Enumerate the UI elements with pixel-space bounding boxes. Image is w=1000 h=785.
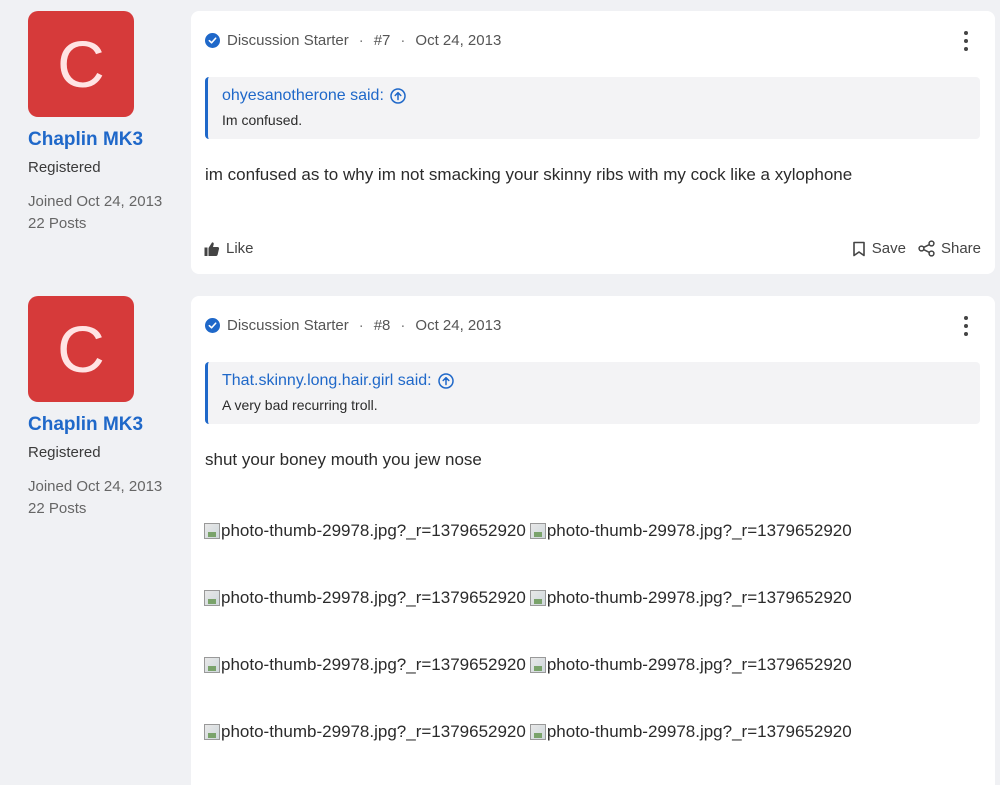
broken-image[interactable]: photo-thumb-29978.jpg?_r=1379652920: [529, 721, 852, 743]
join-date: Joined Oct 24, 2013: [28, 193, 163, 210]
check-circle-icon: [205, 318, 220, 333]
quote-text: A very bad recurring troll.: [222, 397, 378, 413]
broken-image[interactable]: photo-thumb-29978.jpg?_r=1379652920: [529, 587, 852, 609]
quote-author-link[interactable]: ohyesanotherone said:: [222, 85, 980, 107]
separator-dot: ·: [400, 317, 406, 334]
post: C Chaplin MK3 Registered Joined Oct 24, …: [0, 0, 1000, 282]
image-grid: photo-thumb-29978.jpg?_r=1379652920 phot…: [204, 520, 856, 785]
post-card: Discussion Starter · #8 · Oct 24, 2013 T…: [191, 296, 995, 785]
post-count: 22 Posts: [28, 500, 87, 517]
check-circle-icon: [205, 33, 220, 48]
separator-dot: ·: [358, 32, 364, 49]
broken-image[interactable]: photo-thumb-29978.jpg?_r=1379652920: [204, 654, 526, 676]
join-date: Joined Oct 24, 2013: [28, 478, 163, 495]
share-label: Share: [940, 240, 981, 257]
broken-image-icon: [204, 724, 220, 740]
post: C Chaplin MK3 Registered Joined Oct 24, …: [0, 285, 1000, 785]
broken-image-icon: [204, 657, 220, 673]
post-meta: Discussion Starter · #8 · Oct 24, 2013: [205, 317, 501, 334]
user-role: Registered: [28, 444, 101, 461]
post-count: 22 Posts: [28, 215, 87, 232]
kebab-menu-icon[interactable]: [963, 31, 969, 51]
image-row: photo-thumb-29978.jpg?_r=1379652920 phot…: [204, 721, 856, 785]
quote-text: Im confused.: [222, 112, 303, 128]
discussion-starter-badge: Discussion Starter: [227, 317, 349, 334]
post-card: Discussion Starter · #7 · Oct 24, 2013 o…: [191, 11, 995, 274]
broken-image-icon: [204, 590, 220, 606]
post-actions-right: Save Share: [852, 240, 981, 257]
avatar[interactable]: C: [28, 296, 134, 402]
arrow-up-circle-icon[interactable]: [437, 373, 454, 389]
share-icon: [918, 240, 935, 257]
post-actions-left: Like: [204, 240, 254, 257]
broken-image[interactable]: photo-thumb-29978.jpg?_r=1379652920: [529, 654, 852, 676]
post-date[interactable]: Oct 24, 2013: [415, 317, 501, 334]
separator-dot: ·: [400, 32, 406, 49]
quote-author[interactable]: ohyesanotherone said:: [222, 85, 384, 107]
quote-author[interactable]: That.skinny.long.hair.girl said:: [222, 370, 432, 392]
broken-image-icon: [204, 523, 220, 539]
user-info: C Chaplin MK3 Registered Joined Oct 24, …: [28, 11, 178, 235]
like-label: Like: [226, 240, 254, 257]
avatar[interactable]: C: [28, 11, 134, 117]
broken-image-icon: [529, 724, 546, 740]
post-number-link[interactable]: #8: [374, 317, 391, 334]
like-button[interactable]: Like: [204, 240, 254, 257]
username-link[interactable]: Chaplin MK3: [28, 128, 178, 152]
post-body: im confused as to why im not smacking yo…: [205, 165, 853, 184]
separator-dot: ·: [358, 317, 364, 334]
save-button[interactable]: Save: [852, 240, 906, 257]
broken-image-icon: [529, 657, 546, 673]
broken-image[interactable]: photo-thumb-29978.jpg?_r=1379652920: [204, 587, 526, 609]
post-number-link[interactable]: #7: [374, 32, 391, 49]
broken-image[interactable]: photo-thumb-29978.jpg?_r=1379652920: [204, 520, 526, 542]
discussion-starter-badge: Discussion Starter: [227, 32, 349, 49]
user-info: C Chaplin MK3 Registered Joined Oct 24, …: [28, 296, 178, 520]
share-button[interactable]: Share: [918, 240, 981, 257]
post-body: shut your boney mouth you jew nose: [205, 450, 482, 469]
kebab-menu-icon[interactable]: [963, 316, 969, 336]
image-row: photo-thumb-29978.jpg?_r=1379652920 phot…: [204, 587, 856, 654]
image-row: photo-thumb-29978.jpg?_r=1379652920 phot…: [204, 520, 856, 587]
quote-block: ohyesanotherone said: Im confused.: [205, 77, 980, 139]
broken-image-icon: [529, 590, 546, 606]
user-role: Registered: [28, 159, 101, 176]
arrow-up-circle-icon[interactable]: [390, 88, 406, 104]
broken-image-icon: [529, 523, 546, 539]
quote-author-link[interactable]: That.skinny.long.hair.girl said:: [222, 370, 980, 392]
save-label: Save: [871, 240, 906, 257]
broken-image[interactable]: photo-thumb-29978.jpg?_r=1379652920: [204, 721, 526, 743]
image-row: photo-thumb-29978.jpg?_r=1379652920 phot…: [204, 654, 856, 721]
username-link[interactable]: Chaplin MK3: [28, 413, 178, 437]
quote-block: That.skinny.long.hair.girl said: A very …: [205, 362, 980, 424]
post-meta: Discussion Starter · #7 · Oct 24, 2013: [205, 32, 501, 49]
bookmark-icon: [852, 241, 865, 256]
broken-image[interactable]: photo-thumb-29978.jpg?_r=1379652920: [529, 520, 852, 542]
thumbs-up-icon: [204, 241, 220, 256]
post-date[interactable]: Oct 24, 2013: [415, 32, 501, 49]
